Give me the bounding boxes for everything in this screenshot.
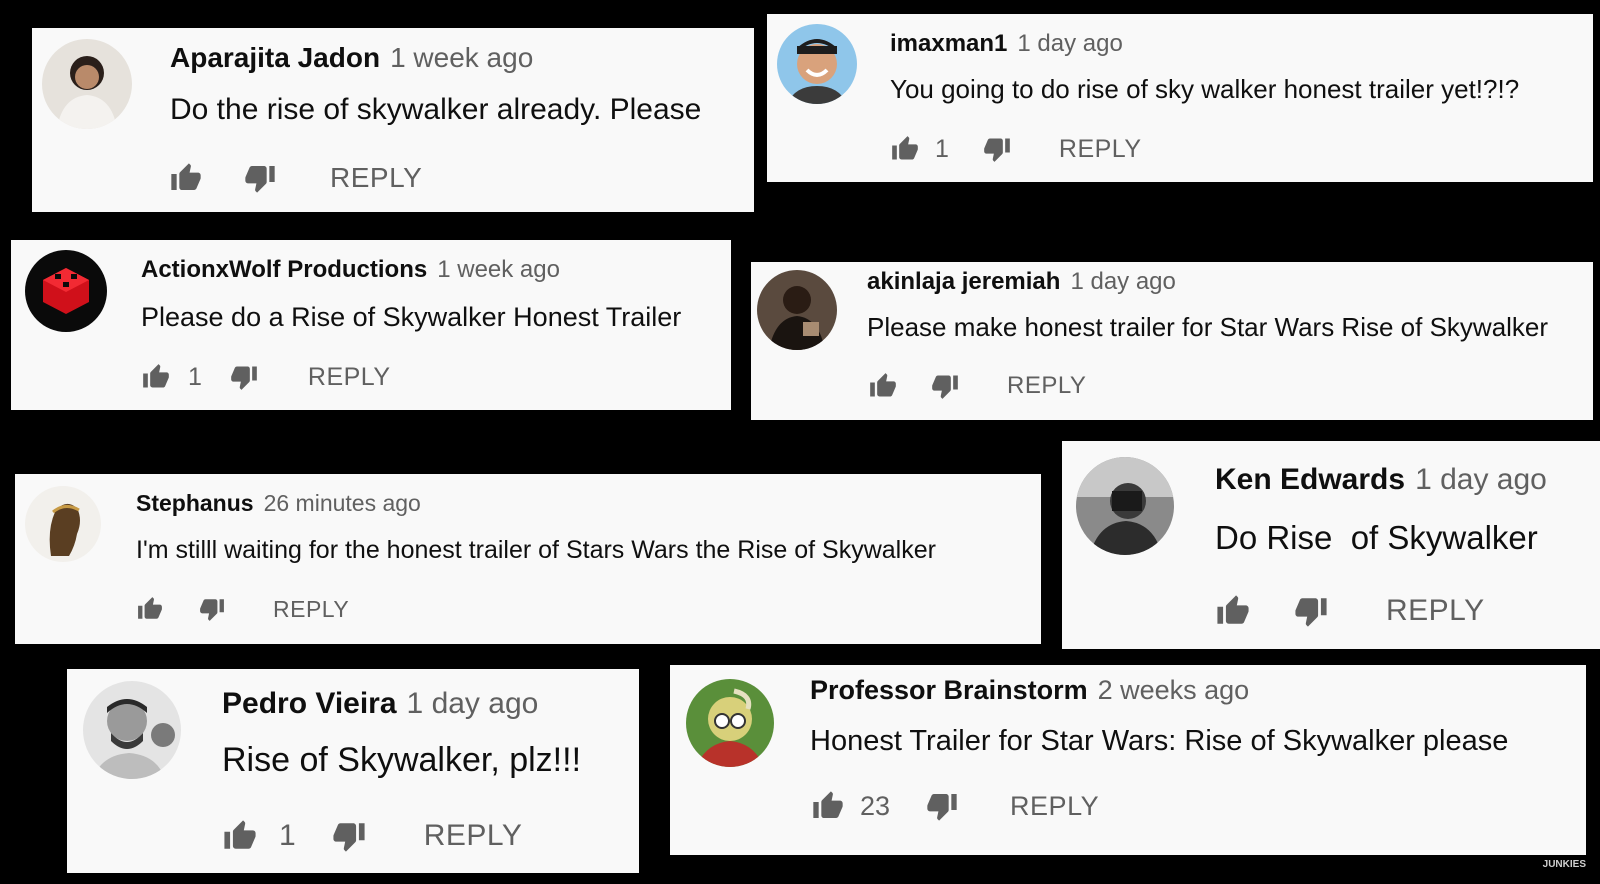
- comment-header: ActionxWolf Productions 1 week ago: [141, 256, 560, 284]
- reply-button[interactable]: REPLY: [330, 162, 422, 194]
- comment-header: Aparajita Jadon 1 week ago: [170, 42, 533, 74]
- comment-text: Do the rise of skywalker already. Please: [170, 93, 702, 126]
- like-icon[interactable]: [140, 363, 172, 391]
- comment-card: Aparajita Jadon 1 week ago Do the rise of…: [32, 28, 754, 212]
- comment-actions: 23 REPLY: [810, 787, 1099, 825]
- dislike-icon[interactable]: [197, 596, 227, 622]
- comment-text: I'm stilll waiting for the honest traile…: [136, 536, 936, 564]
- like-icon[interactable]: [867, 372, 899, 400]
- author-name[interactable]: imaxman1: [890, 30, 1007, 57]
- comment-actions: REPLY: [1214, 591, 1485, 631]
- comment-text: Do Rise of Skywalker: [1215, 519, 1538, 556]
- comment-time[interactable]: 1 week ago: [390, 42, 533, 73]
- author-name[interactable]: Pedro Vieira: [222, 687, 397, 720]
- avatar[interactable]: [25, 250, 107, 332]
- avatar[interactable]: [25, 486, 101, 562]
- comment-time[interactable]: 2 weeks ago: [1098, 675, 1250, 705]
- like-icon[interactable]: [810, 790, 846, 822]
- author-name[interactable]: Ken Edwards: [1215, 463, 1405, 496]
- comment-card: Ken Edwards 1 day ago Do Rise of Skywalke…: [1062, 441, 1600, 649]
- watermark-logo: JUNKIES: [1542, 859, 1586, 870]
- reply-button[interactable]: REPLY: [1007, 372, 1086, 400]
- comment-time[interactable]: 1 day ago: [1017, 30, 1122, 57]
- avatar[interactable]: [1076, 457, 1174, 555]
- comment-actions: 1 REPLY: [140, 360, 391, 394]
- comment-actions: REPLY: [135, 594, 349, 624]
- comment-time[interactable]: 1 day ago: [407, 687, 539, 720]
- avatar[interactable]: [42, 39, 132, 129]
- dislike-icon[interactable]: [228, 363, 260, 391]
- author-name[interactable]: Aparajita Jadon: [170, 42, 380, 73]
- like-icon[interactable]: [168, 162, 204, 194]
- dislike-icon[interactable]: [1292, 594, 1330, 628]
- like-icon[interactable]: [1214, 594, 1252, 628]
- like-count: 1: [935, 134, 949, 163]
- comment-card: Pedro Vieira 1 day ago Rise of Skywalker,…: [67, 669, 639, 873]
- comment-card: akinlaja jeremiah 1 day ago Please make h…: [751, 262, 1593, 420]
- comment-time[interactable]: 1 day ago: [1415, 463, 1547, 496]
- comment-actions: 1 REPLY: [221, 815, 522, 857]
- reply-button[interactable]: REPLY: [1010, 791, 1099, 822]
- comment-card: Professor Brainstorm 2 weeks ago Honest T…: [670, 665, 1586, 855]
- comment-text: You going to do rise of sky walker hones…: [890, 74, 1520, 104]
- avatar[interactable]: [757, 270, 837, 350]
- comment-time[interactable]: 26 minutes ago: [264, 490, 421, 516]
- comment-header: Pedro Vieira 1 day ago: [222, 687, 538, 721]
- comment-header: akinlaja jeremiah 1 day ago: [867, 268, 1176, 296]
- reply-button[interactable]: REPLY: [1059, 135, 1142, 164]
- reply-button[interactable]: REPLY: [273, 596, 349, 623]
- dislike-icon[interactable]: [242, 162, 278, 194]
- like-icon[interactable]: [135, 596, 165, 622]
- comment-actions: 1 REPLY: [889, 132, 1142, 166]
- comment-time[interactable]: 1 day ago: [1070, 268, 1175, 295]
- avatar[interactable]: [83, 681, 181, 779]
- avatar[interactable]: [686, 679, 774, 767]
- author-name[interactable]: Stephanus: [136, 490, 254, 516]
- like-icon[interactable]: [221, 819, 259, 853]
- comment-header: Ken Edwards 1 day ago: [1215, 463, 1547, 497]
- comment-text: Honest Trailer for Star Wars: Rise of Sk…: [810, 725, 1509, 757]
- comment-card: Stephanus 26 minutes ago I'm stilll waiti…: [15, 474, 1041, 644]
- like-count: 1: [279, 819, 296, 852]
- dislike-icon[interactable]: [924, 790, 960, 822]
- like-icon[interactable]: [889, 135, 921, 163]
- dislike-icon[interactable]: [330, 819, 368, 853]
- reply-button[interactable]: REPLY: [424, 819, 523, 853]
- author-name[interactable]: ActionxWolf Productions: [141, 256, 427, 283]
- comment-card: ActionxWolf Productions 1 week ago Please…: [11, 240, 731, 410]
- like-count: 1: [188, 362, 202, 391]
- dislike-icon[interactable]: [929, 372, 961, 400]
- comment-text: Please make honest trailer for Star Wars…: [867, 312, 1549, 342]
- author-name[interactable]: akinlaja jeremiah: [867, 268, 1060, 295]
- comment-time[interactable]: 1 week ago: [437, 256, 560, 283]
- comment-card: imaxman1 1 day ago You going to do rise o…: [767, 14, 1593, 182]
- dislike-icon[interactable]: [981, 135, 1013, 163]
- comment-header: imaxman1 1 day ago: [890, 30, 1123, 58]
- comment-text: Rise of Skywalker, plz!!!: [222, 741, 582, 779]
- comment-actions: REPLY: [168, 158, 422, 198]
- reply-button[interactable]: REPLY: [1386, 594, 1485, 628]
- avatar[interactable]: [777, 24, 857, 104]
- comments-collage: Aparajita Jadon 1 week ago Do the rise of…: [0, 0, 1600, 884]
- author-name[interactable]: Professor Brainstorm: [810, 675, 1088, 705]
- comment-header: Professor Brainstorm 2 weeks ago: [810, 675, 1249, 706]
- reply-button[interactable]: REPLY: [308, 363, 391, 392]
- comment-text: Please do a Rise of Skywalker Honest Tra…: [141, 302, 682, 332]
- comment-header: Stephanus 26 minutes ago: [136, 490, 421, 517]
- comment-actions: REPLY: [867, 370, 1086, 402]
- like-count: 23: [860, 790, 891, 821]
